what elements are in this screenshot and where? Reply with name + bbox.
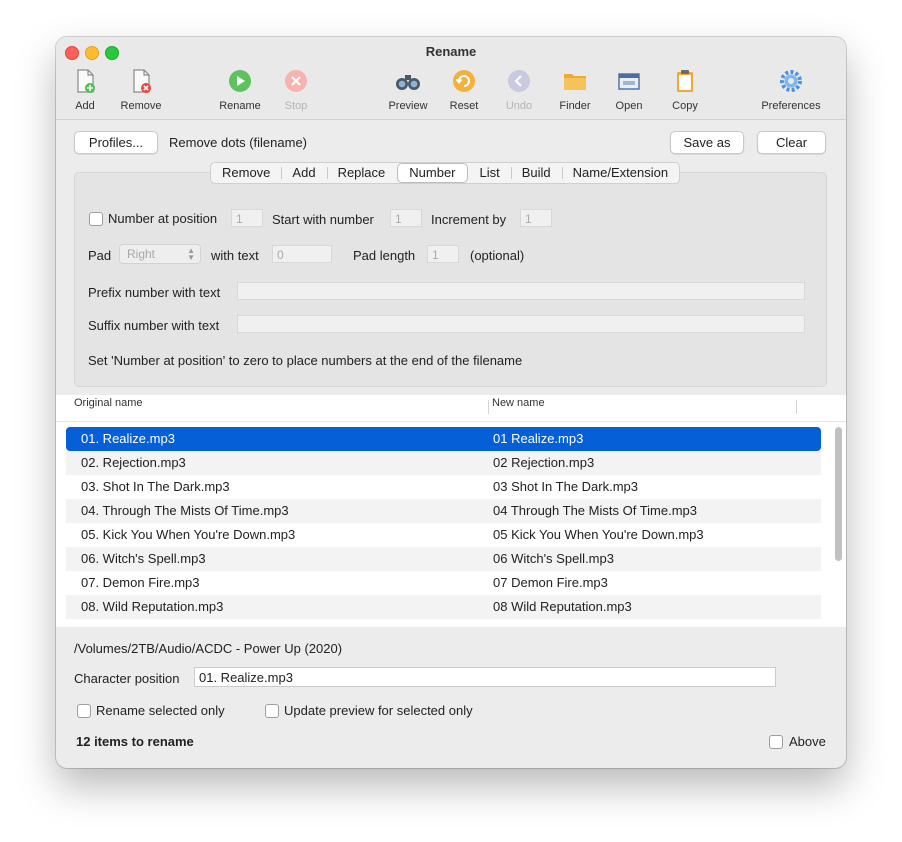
pad-direction-popup[interactable]: Right ▲ ▼ — [119, 244, 201, 264]
stop-icon — [285, 70, 307, 92]
folder-path: /Volumes/2TB/Audio/ACDC - Power Up (2020… — [74, 641, 343, 656]
tab-add[interactable]: Add — [281, 163, 326, 183]
preview-button[interactable]: Preview — [376, 67, 440, 112]
clear-button[interactable]: Clear — [757, 131, 826, 154]
tab-list[interactable]: List — [469, 163, 511, 183]
titlebar: Rename Add Remove Rename Stop Preview Re… — [56, 37, 846, 120]
window-title: Rename — [425, 44, 477, 59]
increment-by-field[interactable]: 1 — [520, 209, 552, 227]
binoculars-icon — [396, 75, 420, 90]
table-row[interactable]: 07. Demon Fire.mp3 07 Demon Fire.mp3 — [66, 571, 821, 595]
number-hint-text: Set 'Number at position' to zero to plac… — [88, 353, 523, 368]
prefix-label: Prefix number with text — [88, 285, 221, 300]
above-checkbox[interactable] — [769, 735, 783, 749]
update-preview-selected-checkbox[interactable] — [265, 704, 279, 718]
open-button[interactable]: Open — [597, 67, 661, 112]
copy-button[interactable]: Copy — [653, 67, 717, 112]
undo-icon — [508, 70, 530, 92]
character-position-label: Character position — [74, 671, 180, 686]
save-as-button[interactable]: Save as — [670, 131, 744, 154]
rename-button[interactable]: Rename — [208, 67, 272, 112]
start-with-number-label: Start with number — [272, 212, 374, 227]
suffix-label: Suffix number with text — [88, 318, 220, 333]
number-at-position-checkbox[interactable] — [89, 212, 103, 226]
add-file-icon — [77, 69, 95, 93]
tab-name-extension[interactable]: Name/Extension — [561, 163, 679, 183]
column-original-name[interactable]: Original name — [74, 397, 142, 409]
increment-by-label: Increment by — [431, 212, 507, 227]
rename-window: Rename Add Remove Rename Stop Preview Re… — [56, 37, 846, 768]
table-scrollbar-thumb[interactable] — [835, 427, 842, 561]
gear-icon — [780, 70, 802, 92]
character-position-field[interactable]: 01. Realize.mp3 — [194, 667, 776, 687]
table-row[interactable]: 05. Kick You When You're Down.mp3 05 Kic… — [66, 523, 821, 547]
with-text-label: with text — [211, 248, 259, 263]
update-preview-selected-label: Update preview for selected only — [284, 703, 473, 718]
chevron-up-down-icon: ▲ ▼ — [187, 246, 195, 262]
table-row[interactable]: 04. Through The Mists Of Time.mp3 04 Thr… — [66, 499, 821, 523]
remove-file-icon — [133, 69, 151, 93]
column-separator[interactable] — [488, 400, 489, 414]
pad-length-label: Pad length — [353, 248, 416, 263]
play-icon — [229, 70, 251, 92]
tab-number[interactable]: Number — [398, 164, 467, 182]
pad-text-field[interactable]: 0 — [272, 245, 332, 263]
profiles-button[interactable]: Profiles... — [74, 131, 158, 154]
above-label: Above — [789, 734, 826, 749]
tab-replace[interactable]: Replace — [326, 163, 397, 183]
pad-length-field[interactable]: 1 — [427, 245, 459, 263]
rename-selected-only-checkbox[interactable] — [77, 704, 91, 718]
suffix-text-field[interactable] — [237, 315, 805, 333]
clipboard-icon — [677, 70, 693, 92]
current-profile-label: Remove dots (filename) — [169, 135, 307, 150]
start-with-number-field[interactable]: 1 — [390, 209, 422, 227]
folder-icon — [564, 74, 586, 90]
preferences-button[interactable]: Preferences — [759, 67, 823, 112]
optional-label: (optional) — [470, 248, 525, 263]
column-separator[interactable] — [796, 400, 797, 414]
number-at-position-label: Number at position — [108, 211, 218, 226]
items-count: 12 items to rename — [76, 734, 194, 749]
pad-label: Pad — [88, 248, 112, 263]
reset-icon — [453, 70, 475, 92]
pad-direction-value: Right — [127, 247, 156, 261]
stop-button[interactable]: Stop — [264, 67, 328, 112]
table-row[interactable]: 08. Wild Reputation.mp3 08 Wild Reputati… — [66, 595, 821, 619]
open-window-icon — [618, 73, 640, 90]
column-new-name[interactable]: New name — [492, 397, 545, 409]
operation-tabs: Remove Add Replace Number List Build Nam… — [210, 162, 681, 184]
table-row[interactable]: 06. Witch's Spell.mp3 06 Witch's Spell.m… — [66, 547, 821, 571]
table-row[interactable]: 01. Realize.mp3 01 Realize.mp3 — [66, 427, 821, 451]
tab-remove[interactable]: Remove — [211, 163, 281, 183]
undo-button[interactable]: Undo — [487, 67, 551, 112]
remove-button[interactable]: Remove — [109, 67, 173, 112]
header-divider — [56, 421, 846, 422]
prefix-text-field[interactable] — [237, 282, 805, 300]
add-button[interactable]: Add — [56, 67, 117, 112]
tab-build[interactable]: Build — [510, 163, 562, 183]
table-row[interactable]: 03. Shot In The Dark.mp3 03 Shot In The … — [66, 475, 821, 499]
number-at-position-field[interactable]: 1 — [231, 209, 263, 227]
rename-selected-only-label: Rename selected only — [96, 703, 225, 718]
table-row[interactable]: 02. Rejection.mp3 02 Rejection.mp3 — [66, 451, 821, 475]
